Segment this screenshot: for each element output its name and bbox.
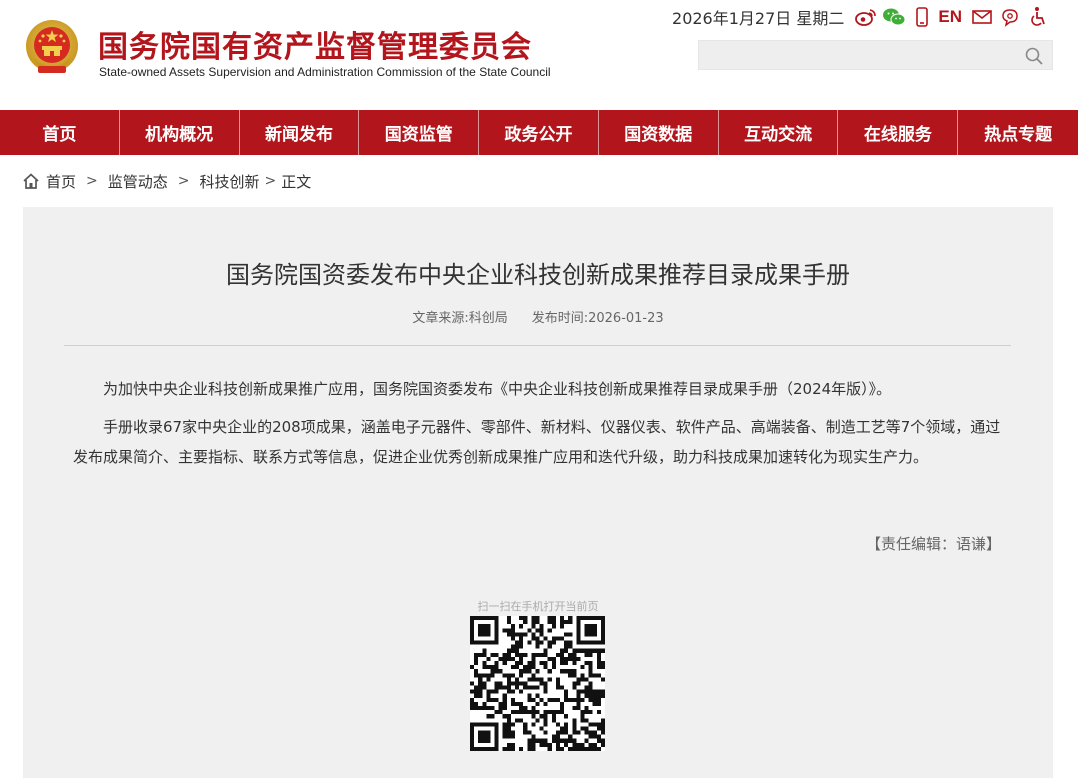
breadcrumb-separator: >	[86, 173, 98, 189]
main-nav: 首页 机构概况 新闻发布 国资监管 政务公开 国资数据 互动交流 在线服务 热点…	[0, 110, 1078, 155]
breadcrumb-separator: >	[177, 173, 190, 189]
breadcrumb-current: 正文	[281, 172, 312, 191]
source-label: 文章来源:	[412, 311, 469, 326]
site-title[interactable]: 国务院国有资产监督管理委员会	[98, 22, 532, 66]
breadcrumb-supervision-news[interactable]: 监管动态	[108, 171, 168, 192]
nav-home[interactable]: 首页	[0, 110, 120, 155]
nav-supervision[interactable]: 国资监管	[359, 110, 480, 155]
article-body: 为加快中央企业科技创新成果推广应用，国务院国资委发布《中央企业科技创新成果推荐目…	[73, 374, 1003, 480]
article-paragraph: 为加快中央企业科技创新成果推广应用，国务院国资委发布《中央企业科技创新成果推荐目…	[103, 380, 892, 398]
search-input[interactable]	[707, 44, 1007, 66]
nav-online-service[interactable]: 在线服务	[838, 110, 959, 155]
breadcrumb-tech-innovation[interactable]: 科技创新	[200, 171, 260, 192]
wechat-icon[interactable]	[882, 5, 906, 29]
search-icon[interactable]	[1024, 46, 1044, 66]
nav-data[interactable]: 国资数据	[599, 110, 719, 155]
site-header: 国务院国有资产监督管理委员会 State-owned Assets Superv…	[0, 0, 1078, 110]
search-box	[698, 40, 1053, 70]
english-version-link[interactable]: EN	[938, 7, 962, 27]
responsible-editor: 【责任编辑：语谦】	[865, 535, 1001, 553]
nav-topics[interactable]: 热点专题	[958, 110, 1078, 155]
nav-news[interactable]: 新闻发布	[240, 110, 360, 155]
article-source: 科创局	[468, 311, 508, 326]
nav-interaction[interactable]: 互动交流	[719, 110, 839, 155]
current-date: 2026年1月27日 星期二	[672, 9, 845, 28]
qr-caption: 扫一扫在手机打开当前页	[477, 600, 599, 613]
mail-icon[interactable]	[970, 5, 994, 29]
weibo-icon[interactable]	[854, 5, 878, 29]
breadcrumb-separator: >	[264, 173, 277, 189]
accessibility-icon[interactable]	[1026, 5, 1050, 29]
top-utility-bar: 2026年1月27日 星期二 EN	[672, 4, 1050, 30]
mobile-icon[interactable]	[910, 5, 934, 29]
title-divider	[64, 345, 1011, 346]
breadcrumb: 首页 > 监管动态 > 科技创新 > 正文	[22, 170, 311, 192]
breadcrumb-home[interactable]: 首页	[46, 171, 76, 192]
national-emblem-logo[interactable]	[24, 18, 80, 78]
nav-public-affairs[interactable]: 政务公开	[479, 110, 599, 155]
article-title: 国务院国资委发布中央企业科技创新成果推荐目录成果手册	[226, 261, 850, 289]
message-icon[interactable]	[998, 5, 1022, 29]
qr-code	[470, 616, 605, 751]
publish-time-label: 发布时间:	[531, 311, 589, 326]
site-subtitle: State-owned Assets Supervision and Admin…	[99, 65, 551, 79]
article-meta: 文章来源:科创局 发布时间:2026-01-23	[23, 307, 1053, 326]
article-paragraph: 手册收录67家中央企业的208项成果，涵盖电子元器件、零部件、新材料、仪器仪表、…	[73, 418, 1001, 466]
nav-organization[interactable]: 机构概况	[120, 110, 240, 155]
article-panel: 国务院国资委发布中央企业科技创新成果推荐目录成果手册 文章来源:科创局 发布时间:…	[23, 207, 1053, 778]
publish-time: 2026-01-23	[588, 311, 664, 326]
home-icon	[23, 173, 39, 189]
